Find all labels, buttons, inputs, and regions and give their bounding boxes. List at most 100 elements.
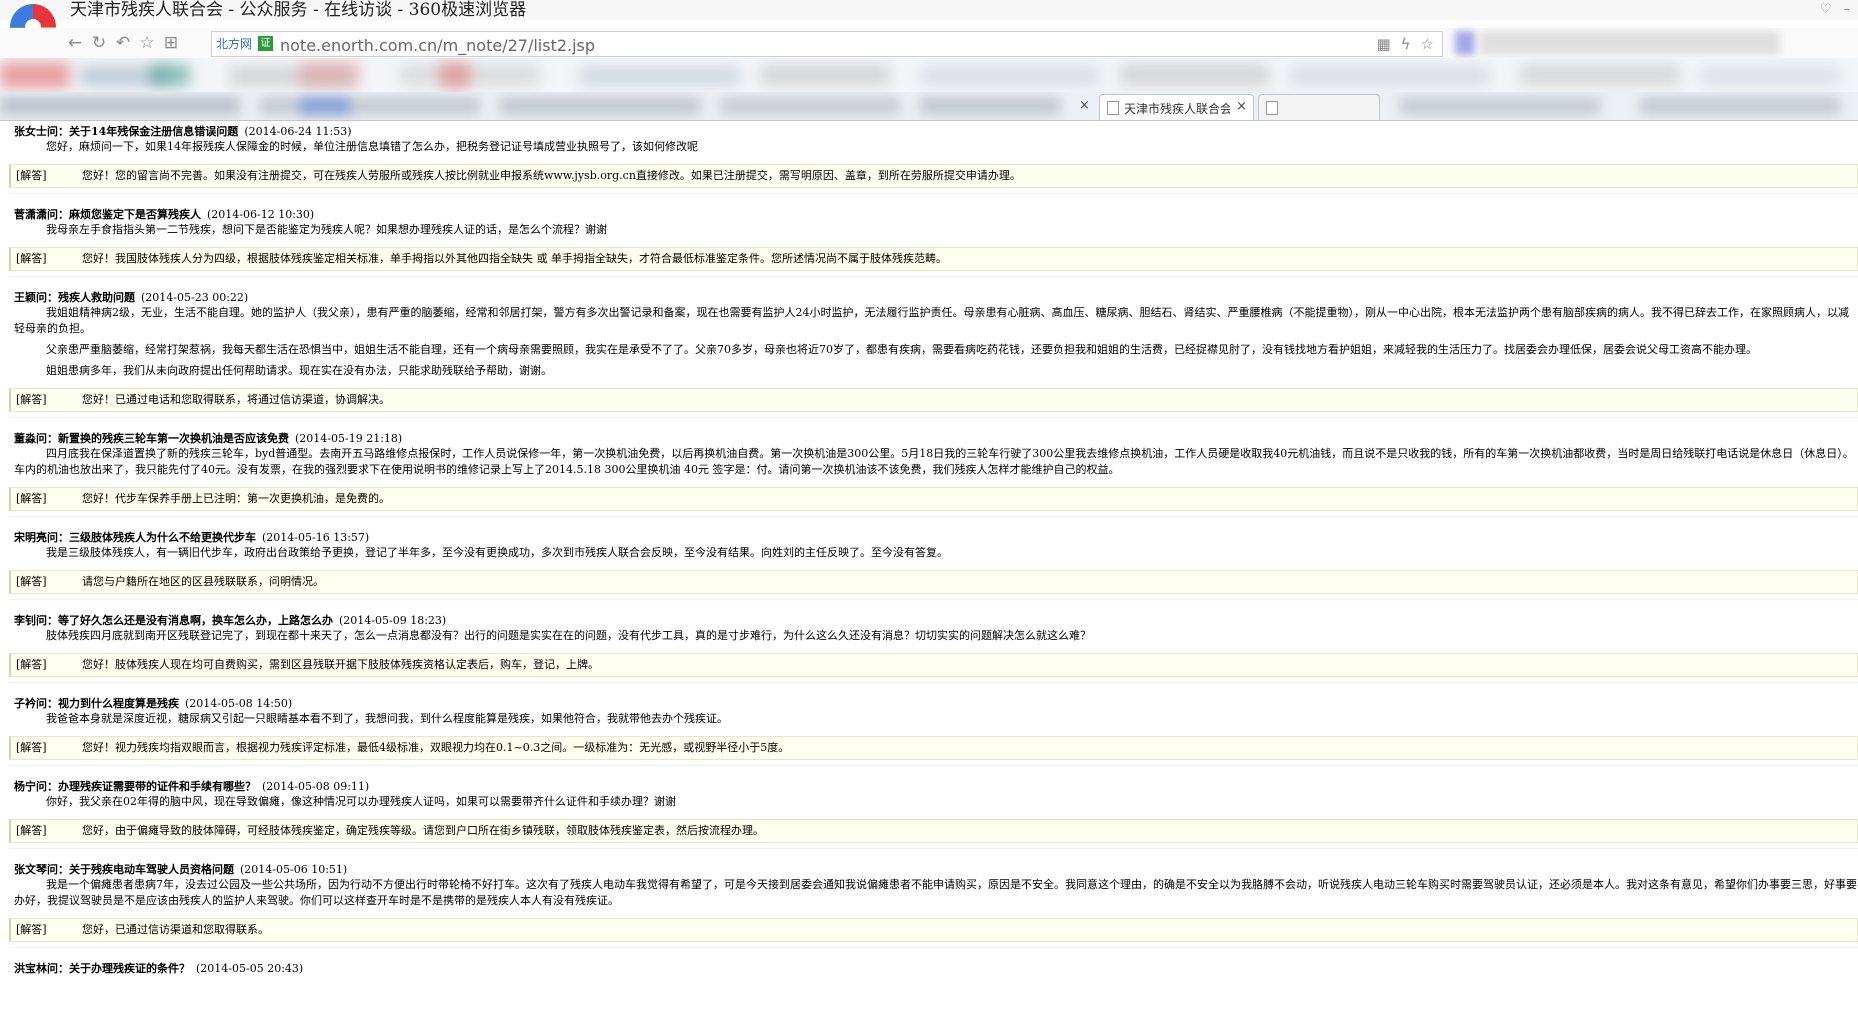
question-date: (2014-05-06 10:51) (240, 863, 348, 876)
answer-tag: [解答] (16, 492, 47, 505)
message-list: 张女士问：关于14年残保金注册信息错误问题 (2014-06-24 11:53) 您… (0, 124, 1858, 1018)
question-paragraph: 我姐姐精神病2级，无业，生活不能自理。她的监护人（我父亲），患有严重的脑萎缩，经… (14, 306, 1849, 335)
message-entry: 洪宝林问：关于办理残疾证的条件？ (2014-05-05 20:43) (9, 961, 1858, 976)
entry-divider (9, 942, 1858, 954)
question-header: 李钊问：等了好久怎么还是没有消息啊，换车怎么办，上路怎么办 (2014-05-09… (9, 613, 1858, 628)
message-entry: 子衿问：视力到什么程度算是残疾 (2014-05-08 14:50) 我爸爸本身就是… (9, 696, 1858, 772)
window-title: 天津市残疾人联合会 - 公众服务 - 在线访谈 - 360极速浏览器 (70, 0, 527, 20)
answer-text: 您好！视力残疾均指双眼而言，根据视力残疾评定标准，最低4级标准，双眼视力均在0.… (82, 741, 790, 754)
message-entry: 宋明亮问：三级肢体残疾人为什么不给更换代步车 (2014-05-16 13:57)… (9, 530, 1858, 606)
question-title: 杨宁问：办理残疾证需要带的证件和手续有哪些？ (14, 780, 256, 793)
blurred-search-area (1480, 31, 1780, 55)
question-title: 董淼问：新置换的残疾三轮车第一次换机油是否应该免费 (14, 432, 289, 445)
question-date: (2014-06-12 10:30) (207, 208, 315, 221)
answer-text: 您好！您的留言尚不完善。如果没有注册提交，可在残疾人劳服所或残疾人按比例就业申报… (82, 169, 1021, 182)
extension-icon[interactable] (1455, 31, 1475, 55)
answer-tag: [解答] (16, 393, 47, 406)
lightning-icon[interactable]: ϟ (1401, 35, 1411, 53)
question-header: 董淼问：新置换的残疾三轮车第一次换机油是否应该免费 (2014-05-19 21:… (9, 431, 1858, 446)
message-entry: 杨宁问：办理残疾证需要带的证件和手续有哪些？ (2014-05-08 09:11)… (9, 779, 1858, 855)
question-header: 王颖问：残疾人救助问题 (2014-05-23 00:22) (9, 290, 1858, 305)
answer-box: [解答] 您好！肢体残疾人现在均可自费购买，需到区县残联开据下肢肢体残疾资格认定表… (9, 653, 1858, 677)
answer-box: [解答] 您好！您的留言尚不完善。如果没有注册提交，可在残疾人劳服所或残疾人按比例… (9, 164, 1858, 188)
question-title: 子衿问：视力到什么程度算是残疾 (14, 697, 179, 710)
question-date: (2014-05-16 13:57) (262, 531, 370, 544)
answer-tag: [解答] (16, 252, 47, 265)
tab-active[interactable]: 天津市残疾人联合会 × (1099, 94, 1254, 120)
skin-icon[interactable]: ♡ (1820, 2, 1832, 17)
question-paragraph: 父亲患严重脑萎缩，经常打架惹祸，我每天都生活在恐惧当中，姐姐生活不能自理，还有一… (46, 343, 1757, 356)
answer-text: 请您与户籍所在地区的区县残联联系，问明情况。 (82, 575, 324, 588)
title-bar: 天津市残疾人联合会 - 公众服务 - 在线访谈 - 360极速浏览器 ♡ – (0, 0, 1858, 20)
question-header: 张女士问：关于14年残保金注册信息错误问题 (2014-06-24 11:53) (9, 124, 1858, 139)
bookmark-star-icon[interactable]: ☆ (1421, 35, 1434, 53)
entry-divider (9, 594, 1858, 606)
answer-tag: [解答] (16, 575, 47, 588)
question-date: (2014-05-19 21:18) (295, 432, 403, 445)
answer-box: [解答] 您好，由于偏瘫导致的肢体障碍，可经肢体残疾鉴定，确定残疾等级。请您到户口… (9, 819, 1858, 843)
question-title: 李钊问：等了好久怎么还是没有消息啊，换车怎么办，上路怎么办 (14, 614, 333, 627)
url-text[interactable]: note.enorth.com.cn/m_note/27/list2.jsp (280, 36, 595, 55)
tab-title: 天津市残疾人联合会 (1124, 102, 1230, 116)
answer-tag: [解答] (16, 658, 47, 671)
message-entry: 张文琴问：关于残疾电动车驾驶人员资格问题 (2014-05-06 10:51) 我是… (9, 862, 1858, 954)
question-paragraph: 我是三级肢体残疾人，有一辆旧代步车，政府出台政策给予更换，登记了半年多，至今没有… (46, 546, 948, 559)
page-icon (1107, 101, 1119, 115)
entry-divider (9, 760, 1858, 772)
question-date: (2014-05-09 18:23) (339, 614, 447, 627)
question-title: 菅潇潇问：麻烦您鉴定下是否算残疾人 (14, 208, 201, 221)
entry-divider (9, 843, 1858, 855)
question-paragraph: 肢体残疾四月底就到南开区残联登记完了，到现在都十来天了，怎么一点消息都没有？出行… (46, 629, 1091, 642)
bookmark-bar-blurred (0, 58, 1858, 92)
question-title: 洪宝林问：关于办理残疾证的条件？ (14, 962, 190, 975)
qr-code-icon[interactable]: ▦ (1376, 35, 1390, 53)
question-paragraph: 姐姐患病多年，我们从未向政府提出任何帮助请求。现在实在没有办法，只能求助残联给予… (46, 364, 552, 377)
question-date: (2014-05-08 14:50) (185, 697, 293, 710)
question-header: 宋明亮问：三级肢体残疾人为什么不给更换代步车 (2014-05-16 13:57) (9, 530, 1858, 545)
answer-text: 您好！代步车保养手册上已注明：第一次更换机油，是免费的。 (82, 492, 390, 505)
answer-box: [解答] 您好！视力残疾均指双眼而言，根据视力残疾评定标准，最低4级标准，双眼视力… (9, 736, 1858, 760)
answer-box: [解答] 您好！代步车保养手册上已注明：第一次更换机油，是免费的。 (9, 487, 1858, 511)
question-title: 张女士问：关于14年残保金注册信息错误问题 (14, 125, 239, 138)
answer-box: [解答] 您好！我国肢体残疾人分为四级，根据肢体残疾鉴定相关标准，单手拇指以外其他… (9, 247, 1858, 271)
window-controls: ♡ – (1820, 2, 1850, 17)
question-body: 四月底我在保泽道置换了新的残疾三轮车，byd普通型。去南开五马路维修点报保时，工… (9, 446, 1858, 487)
entry-divider (9, 412, 1858, 424)
answer-box: [解答] 请您与户籍所在地区的区县残联联系，问明情况。 (9, 570, 1858, 594)
minimize-icon[interactable]: – (1844, 2, 1851, 17)
question-body: 我是一个偏瘫患者患病7年，没去过公园及一些公共场所，因为行动不方便出行时带轮椅不… (9, 877, 1858, 918)
question-header: 杨宁问：办理残疾证需要带的证件和手续有哪些？ (2014-05-08 09:11) (9, 779, 1858, 794)
answer-text: 您好！肢体残疾人现在均可自费购买，需到区县残联开据下肢肢体残疾资格认定表后，购车… (82, 658, 599, 671)
question-body: 您好，麻烦问一下，如果14年报残疾人保障金的时候，单位注册信息填错了怎么办，把税… (9, 139, 1858, 164)
question-header: 张文琴问：关于残疾电动车驾驶人员资格问题 (2014-05-06 10:51) (9, 862, 1858, 877)
question-title: 张文琴问：关于残疾电动车驾驶人员资格问题 (14, 863, 234, 876)
message-entry: 董淼问：新置换的残疾三轮车第一次换机油是否应该免费 (2014-05-19 21:… (9, 431, 1858, 523)
answer-text: 您好，由于偏瘫导致的肢体障碍，可经肢体残疾鉴定，确定残疾等级。请您到户口所在街乡… (82, 824, 764, 837)
address-bar[interactable]: 北方网 证 note.enorth.com.cn/m_note/27/list2… (211, 31, 1443, 57)
question-header: 菅潇潇问：麻烦您鉴定下是否算残疾人 (2014-06-12 10:30) (9, 207, 1858, 222)
favorite-star-icon[interactable]: ☆ (136, 32, 158, 54)
question-date: (2014-05-23 00:22) (141, 291, 249, 304)
certificate-icon[interactable]: 证 (258, 36, 273, 51)
close-tab-icon[interactable]: × (1236, 99, 1247, 114)
undo-icon[interactable]: ↶ (112, 32, 134, 54)
message-entry: 李钊问：等了好久怎么还是没有消息啊，换车怎么办，上路怎么办 (2014-05-09… (9, 613, 1858, 689)
answer-tag: [解答] (16, 923, 47, 936)
message-entry: 王颖问：残疾人救助问题 (2014-05-23 00:22) 我姐姐精神病2级，无业… (9, 290, 1858, 424)
answer-box: [解答] 您好，已通过信访渠道和您取得联系。 (9, 918, 1858, 942)
question-paragraph: 我母亲左手食指指头第一二节残疾，想问下是否能鉴定为残疾人呢？如果想办理残疾人证的… (46, 223, 607, 236)
question-header: 子衿问：视力到什么程度算是残疾 (2014-05-08 14:50) (9, 696, 1858, 711)
address-tools: ▦ ϟ ☆ (1376, 35, 1434, 53)
tab-next[interactable] (1258, 94, 1380, 120)
back-icon[interactable]: ← (64, 32, 86, 54)
question-paragraph: 您好，麻烦问一下，如果14年报残疾人保障金的时候，单位注册信息填错了怎么办，把税… (46, 140, 698, 153)
site-label: 北方网 (216, 37, 253, 51)
question-body: 我母亲左手食指指头第一二节残疾，想问下是否能鉴定为残疾人呢？如果想办理残疾人证的… (9, 222, 1858, 247)
answer-tag: [解答] (16, 741, 47, 754)
question-paragraph: 四月底我在保泽道置换了新的残疾三轮车，byd普通型。去南开五马路维修点报保时，工… (14, 447, 1854, 476)
answer-text: 您好！已通过电话和您取得联系，将通过信访渠道，协调解决。 (82, 393, 390, 406)
question-body: 我是三级肢体残疾人，有一辆旧代步车，政府出台政策给予更换，登记了半年多，至今没有… (9, 545, 1858, 570)
close-previous-tab-icon[interactable]: × (1079, 98, 1090, 113)
refresh-icon[interactable]: ↻ (88, 32, 110, 54)
apps-grid-icon[interactable]: ⊞ (160, 32, 182, 54)
